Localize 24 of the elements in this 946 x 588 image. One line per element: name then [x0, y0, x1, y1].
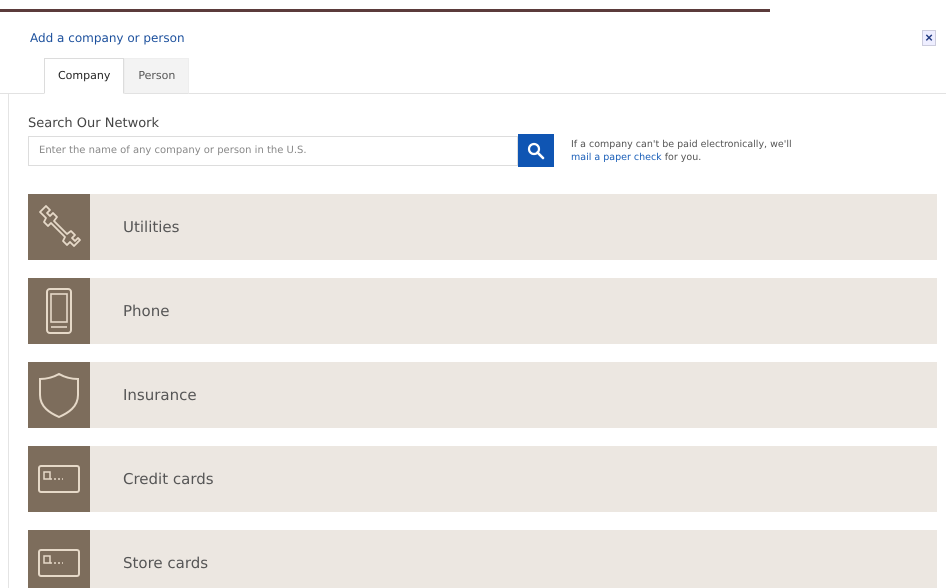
search-icon: [527, 142, 545, 160]
category-row[interactable]: Insurance: [28, 362, 937, 428]
category-row[interactable]: Phone: [28, 278, 937, 344]
category-row[interactable]: Utilities: [28, 194, 937, 260]
shield-icon: [37, 371, 81, 419]
search-field[interactable]: Enter the name of any company or person in the U.S.: [28, 136, 518, 166]
category-label: Phone: [123, 302, 170, 320]
search-label: Search Our Network: [28, 116, 160, 131]
card-icon: [37, 464, 81, 494]
search-button[interactable]: [518, 134, 554, 167]
category-row[interactable]: Store cards: [28, 530, 937, 588]
tab[interactable]: Company: [44, 58, 124, 94]
mail-check-link[interactable]: mail a paper check: [571, 152, 662, 162]
paper-check-note: If a company can't be paid electronically, we'll mail a paper check for you.: [571, 138, 793, 164]
close-button[interactable]: ×: [922, 30, 936, 46]
tab[interactable]: Person: [124, 58, 190, 94]
card-icon: [37, 548, 81, 578]
category-label: Insurance: [123, 386, 197, 404]
dialog-title: Add a company or person: [30, 31, 185, 45]
category-row[interactable]: Credit cards: [28, 446, 937, 512]
category-label: Store cards: [123, 554, 208, 572]
phone-icon: [44, 286, 74, 336]
category-label: Credit cards: [123, 470, 214, 488]
category-label: Utilities: [123, 218, 180, 236]
